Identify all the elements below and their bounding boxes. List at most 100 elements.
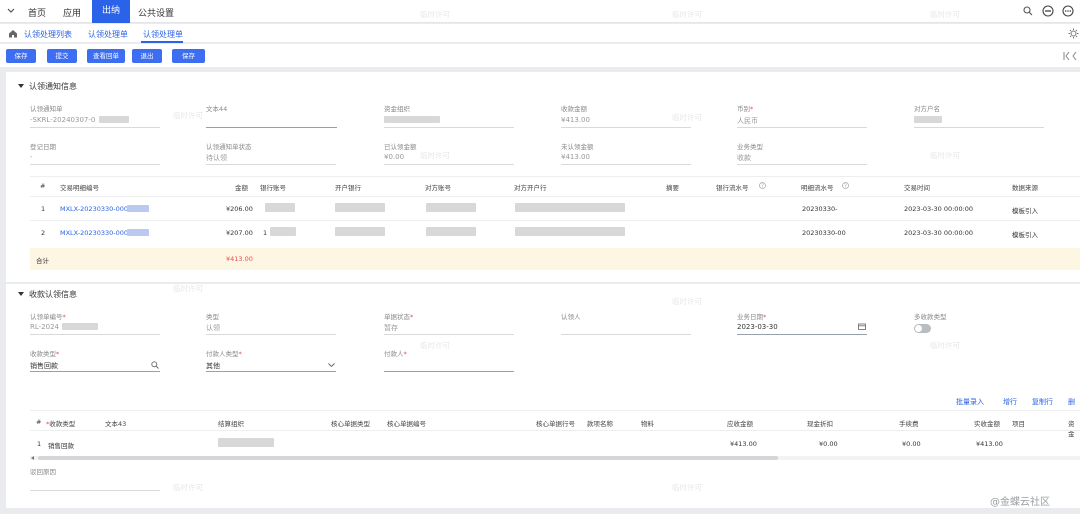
add-row-link[interactable]: 增行: [1003, 397, 1017, 407]
home-icon[interactable]: [8, 29, 18, 38]
row-fee: ¥0.00: [902, 440, 921, 448]
row-receipt-type[interactable]: 销售回款: [48, 440, 74, 450]
field-value-doc-status: 暂存: [384, 324, 398, 332]
row-index: 2: [41, 229, 46, 237]
field-label-doc-status: 单据状态*: [384, 313, 414, 321]
col-header-receipt-type: *收款类型: [46, 420, 76, 428]
multi-receipt-toggle[interactable]: [914, 324, 931, 333]
copy-row-link[interactable]: 复制行: [1032, 397, 1053, 407]
field-underline: [384, 334, 514, 335]
col-header-memo: 摘要: [666, 184, 679, 192]
view-bill-button[interactable]: 查看回单: [87, 49, 125, 63]
breadcrumb-mid[interactable]: 认领处理单: [88, 29, 128, 40]
watermark-text: 临时许可: [930, 341, 960, 350]
collapse-icon[interactable]: [18, 292, 24, 297]
col-header-receivable: 应收金额: [727, 420, 753, 428]
payer-type-select[interactable]: 其他: [206, 361, 220, 371]
row-index: 1: [41, 205, 46, 213]
col-header-time: 交易时间: [904, 184, 930, 192]
field-underline: [737, 164, 867, 165]
field-label-receipt-amount: 收款金额: [561, 105, 587, 113]
field-label-currency: 币别*: [737, 105, 754, 113]
masked-value: [384, 116, 440, 123]
masked-value: [270, 227, 296, 236]
masked-value: [99, 116, 129, 123]
nav-first-icon[interactable]: [1063, 52, 1079, 60]
chevron-down-icon[interactable]: [7, 8, 15, 14]
watermark-text: 临时许可: [420, 151, 450, 160]
watermark-text: 临时许可: [173, 284, 203, 293]
field-value-claim-type: 认领: [206, 324, 220, 332]
field-value-biz-type: 收款: [737, 154, 751, 162]
masked-value: [335, 203, 385, 212]
total-label: 合计: [36, 257, 49, 265]
search-icon[interactable]: [151, 361, 159, 369]
biz-date-input[interactable]: 2023-03-30: [737, 323, 778, 331]
nav-home[interactable]: 首页: [28, 6, 46, 19]
col-header-bank-acct: 银行账号: [260, 184, 286, 192]
table-border: [30, 410, 1080, 411]
scrollbar-thumb[interactable]: [38, 456, 778, 460]
field-label-notice-status: 认领通知单状态: [206, 143, 252, 151]
total-value: ¥413.00: [226, 255, 253, 263]
row-code-link[interactable]: MXLX-20230330-0000: [60, 205, 132, 213]
watermark-text: 临时许可: [672, 113, 702, 122]
masked-value: [218, 438, 274, 447]
chevron-down-icon[interactable]: [328, 363, 335, 368]
nav-apps[interactable]: 应用: [63, 6, 81, 19]
settings-icon[interactable]: [1068, 28, 1079, 39]
watermark-text: 临时许可: [420, 341, 450, 350]
field-label-multi-receipt: 多收款类型: [914, 313, 947, 321]
field-value-unclaimed-amount: ¥413.00: [561, 153, 590, 161]
claim-info-panel: 收款认领信息 认领单编号* RL-2024 类型 认领 单据状态* 暂存 认领人…: [6, 284, 1080, 508]
row-code-link[interactable]: MXLX-20230330-0000: [60, 229, 132, 237]
submit-button[interactable]: 提交: [47, 49, 77, 63]
field-underline: [206, 164, 336, 165]
col-header-text43: 文本43: [105, 420, 127, 428]
save-button[interactable]: 保存: [6, 49, 36, 63]
watermark-text: 临时许可: [672, 10, 702, 19]
calendar-icon[interactable]: [858, 323, 866, 330]
save2-button[interactable]: 保存: [172, 49, 205, 63]
field-value-notice-status: 待认领: [206, 154, 227, 162]
col-header-amount: 金额: [235, 184, 248, 192]
col-header-opp-acct: 对方账号: [425, 184, 451, 192]
masked-value: [515, 227, 625, 236]
field-underline: [206, 371, 336, 372]
col-header-opp-bank: 对方开户行: [514, 184, 547, 192]
nav-public-settings[interactable]: 公共设置: [138, 6, 174, 19]
delete-row-link[interactable]: 删: [1068, 397, 1075, 407]
payer-input[interactable]: [384, 371, 514, 372]
search-icon[interactable]: [1023, 6, 1033, 16]
breadcrumb-current[interactable]: 认领处理单: [143, 29, 183, 40]
text44-input[interactable]: [206, 127, 337, 128]
receipt-type-input[interactable]: 销售回款: [30, 361, 58, 371]
col-header-core-line: 核心单据行号: [536, 420, 575, 428]
minus-circle-icon[interactable]: [1042, 5, 1054, 17]
batch-entry-link[interactable]: 批量录入: [956, 397, 984, 407]
field-underline: [30, 164, 160, 165]
row-time: 2023-03-30 00:00:00: [904, 205, 974, 213]
more-circle-icon[interactable]: [1062, 5, 1074, 17]
row-amount: ¥207.00: [226, 229, 253, 237]
field-underline: [737, 127, 867, 128]
nav-cashier[interactable]: 出纳: [92, 0, 130, 23]
collapse-icon[interactable]: [18, 84, 24, 89]
exit-button[interactable]: 退出: [132, 49, 162, 63]
col-header-index: #: [36, 418, 42, 426]
col-header-detail-serial: 明细流水号: [801, 184, 834, 192]
watermark-text: 临时许可: [930, 10, 960, 19]
field-value-reg-date: -: [30, 153, 33, 161]
scroll-left-icon[interactable]: [31, 456, 35, 460]
row-source: 模板引入: [1012, 231, 1038, 239]
table-border: [30, 430, 1080, 431]
breadcrumb-list[interactable]: 认领处理列表: [24, 29, 72, 40]
section-title-claim: 收款认领信息: [29, 290, 77, 299]
row-source: 模板引入: [1012, 207, 1038, 215]
horizontal-scrollbar[interactable]: [30, 456, 1080, 460]
field-label-payer: 付款人*: [384, 350, 407, 358]
masked-value: [62, 323, 98, 330]
field-label-receipt-type: 收款类型*: [30, 350, 60, 358]
reject-reason-input[interactable]: [30, 490, 160, 491]
row-bank-acct: 1: [263, 229, 268, 237]
